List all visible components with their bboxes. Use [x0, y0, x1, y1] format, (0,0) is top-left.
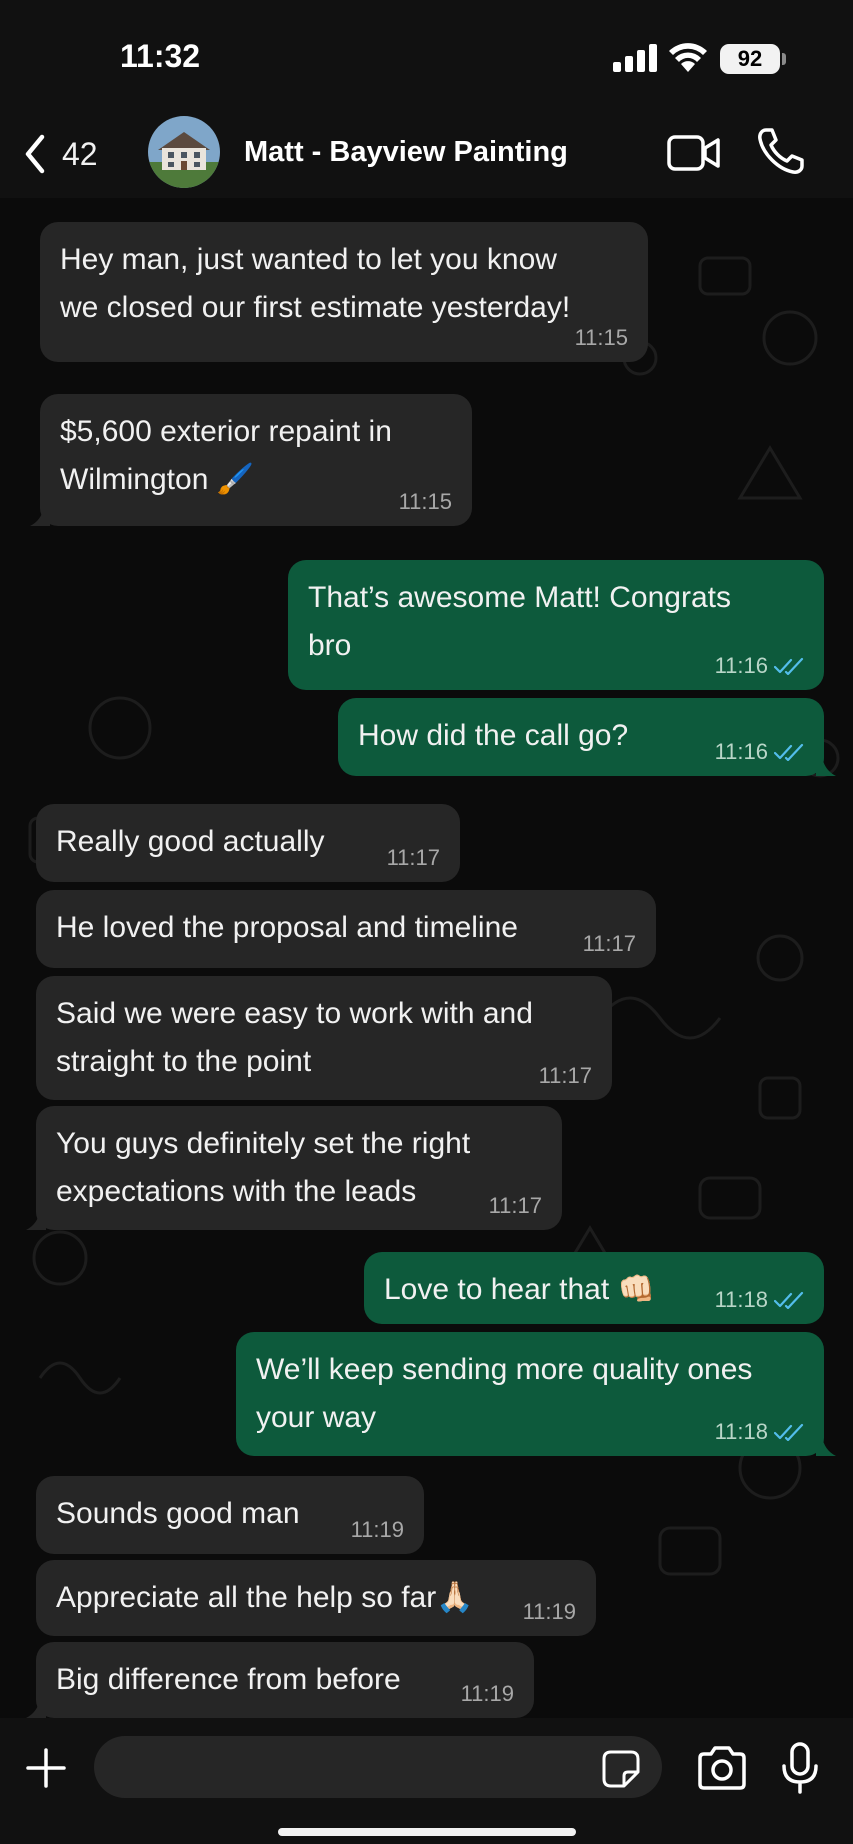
incoming-message[interactable]: Sounds good man 11:19: [36, 1476, 424, 1554]
message-time: 11:15: [574, 325, 628, 350]
bubble-tail: [816, 756, 836, 776]
message-text: That’s awesome Matt! Congrats: [308, 581, 731, 614]
message-meta: 11:19: [523, 1600, 576, 1624]
read-receipt-icon: [774, 1291, 804, 1309]
message-time: 11:17: [386, 845, 440, 870]
phone-icon[interactable]: [756, 126, 806, 176]
bubble-tail: [26, 1698, 46, 1718]
outgoing-message[interactable]: Love to hear that 👊🏻 11:18: [364, 1252, 824, 1324]
message-meta: 11:19: [461, 1682, 514, 1706]
message-time: 11:17: [582, 931, 636, 956]
incoming-message[interactable]: $5,600 exterior repaint in Wilmington 🖌️ 1…: [30, 394, 472, 526]
battery-tip: [782, 53, 786, 65]
incoming-message[interactable]: Big difference from before 11:19: [26, 1642, 534, 1718]
message-text: straight to the point: [56, 1045, 312, 1078]
message-time: 11:19: [350, 1517, 404, 1542]
read-receipt-icon: [774, 657, 804, 675]
message-meta: 11:18: [715, 1420, 804, 1444]
status-time: 11:32: [120, 38, 201, 74]
incoming-message[interactable]: He loved the proposal and timeline 11:17: [36, 890, 656, 968]
house-avatar-image: [148, 116, 220, 188]
message-time: 11:16: [714, 739, 768, 764]
battery-icon: 92: [720, 44, 780, 74]
incoming-message[interactable]: Really good actually 11:17: [36, 804, 460, 882]
video-call-icon[interactable]: [666, 130, 722, 176]
message-time: 11:17: [538, 1063, 592, 1088]
message-text: $5,600 exterior repaint in: [60, 415, 392, 448]
wifi-icon: [669, 43, 707, 72]
message-meta: 11:17: [489, 1194, 542, 1218]
message-meta: 11:15: [575, 326, 628, 350]
bubble-tail: [26, 1210, 46, 1230]
outgoing-message[interactable]: That’s awesome Matt! Congrats bro 11:16: [288, 560, 824, 690]
message-text: Appreciate all the help so far🙏🏻: [56, 1581, 474, 1614]
message-time: 11:18: [714, 1419, 768, 1444]
read-receipt-icon: [774, 1423, 804, 1441]
message-meta: 11:15: [399, 490, 452, 514]
chevron-left-icon: [25, 134, 45, 174]
message-text: He loved the proposal and timeline: [56, 911, 518, 944]
input-bar: [0, 1718, 853, 1844]
message-text: We’ll keep sending more quality ones: [256, 1353, 753, 1386]
home-indicator: [278, 1828, 576, 1836]
chat-header: 42 Matt - Bayview Painting: [0, 110, 853, 198]
status-bar: 11:32 92: [0, 0, 853, 110]
incoming-message[interactable]: Hey man, just wanted to let you know we c…: [40, 222, 648, 362]
avatar[interactable]: [148, 116, 220, 188]
message-time: 11:19: [522, 1599, 576, 1624]
incoming-message[interactable]: You guys definitely set the right expecta…: [26, 1106, 562, 1230]
back-button[interactable]: 42: [24, 128, 124, 180]
message-meta: 11:16: [715, 740, 804, 764]
message-text: Big difference from before: [56, 1663, 401, 1696]
message-meta: 11:18: [715, 1288, 804, 1312]
message-time: 11:19: [460, 1681, 514, 1706]
message-text: Said we were easy to work with and: [56, 997, 533, 1030]
message-input[interactable]: [94, 1736, 662, 1798]
message-text: we closed our first estimate yesterday!: [60, 291, 571, 324]
message-meta: 11:17: [387, 846, 440, 870]
outgoing-message[interactable]: We’ll keep sending more quality ones your…: [236, 1332, 836, 1456]
message-meta: 11:19: [351, 1518, 404, 1542]
contact-name[interactable]: Matt - Bayview Painting: [244, 136, 568, 169]
bubble-tail: [816, 1436, 836, 1456]
chat-area[interactable]: Hey man, just wanted to let you know we c…: [0, 198, 853, 1718]
plus-icon[interactable]: [24, 1746, 68, 1790]
incoming-message[interactable]: Said we were easy to work with and straig…: [36, 976, 612, 1100]
bubble-tail: [30, 506, 50, 526]
message-meta: 11:17: [539, 1064, 592, 1088]
message-text: Wilmington 🖌️: [60, 463, 255, 496]
message-text: You guys definitely set the right: [56, 1127, 471, 1160]
incoming-message[interactable]: Appreciate all the help so far🙏🏻 11:19: [36, 1560, 596, 1636]
message-time: 11:18: [714, 1287, 768, 1312]
message-text: expectations with the leads: [56, 1175, 417, 1208]
signal-icon: [613, 44, 657, 72]
message-time: 11:17: [488, 1193, 542, 1218]
message-text: Really good actually: [56, 825, 325, 858]
message-time: 11:15: [398, 489, 452, 514]
message-meta: 11:17: [583, 932, 636, 956]
camera-icon[interactable]: [696, 1746, 748, 1790]
message-time: 11:16: [714, 653, 768, 678]
message-text: Hey man, just wanted to let you know: [60, 243, 557, 276]
outgoing-message[interactable]: How did the call go? 11:16: [338, 698, 836, 776]
unread-count: 42: [62, 135, 98, 172]
microphone-icon[interactable]: [780, 1742, 820, 1794]
sticker-icon[interactable]: [602, 1750, 640, 1788]
read-receipt-icon: [774, 743, 804, 761]
message-meta: 11:16: [715, 654, 804, 678]
